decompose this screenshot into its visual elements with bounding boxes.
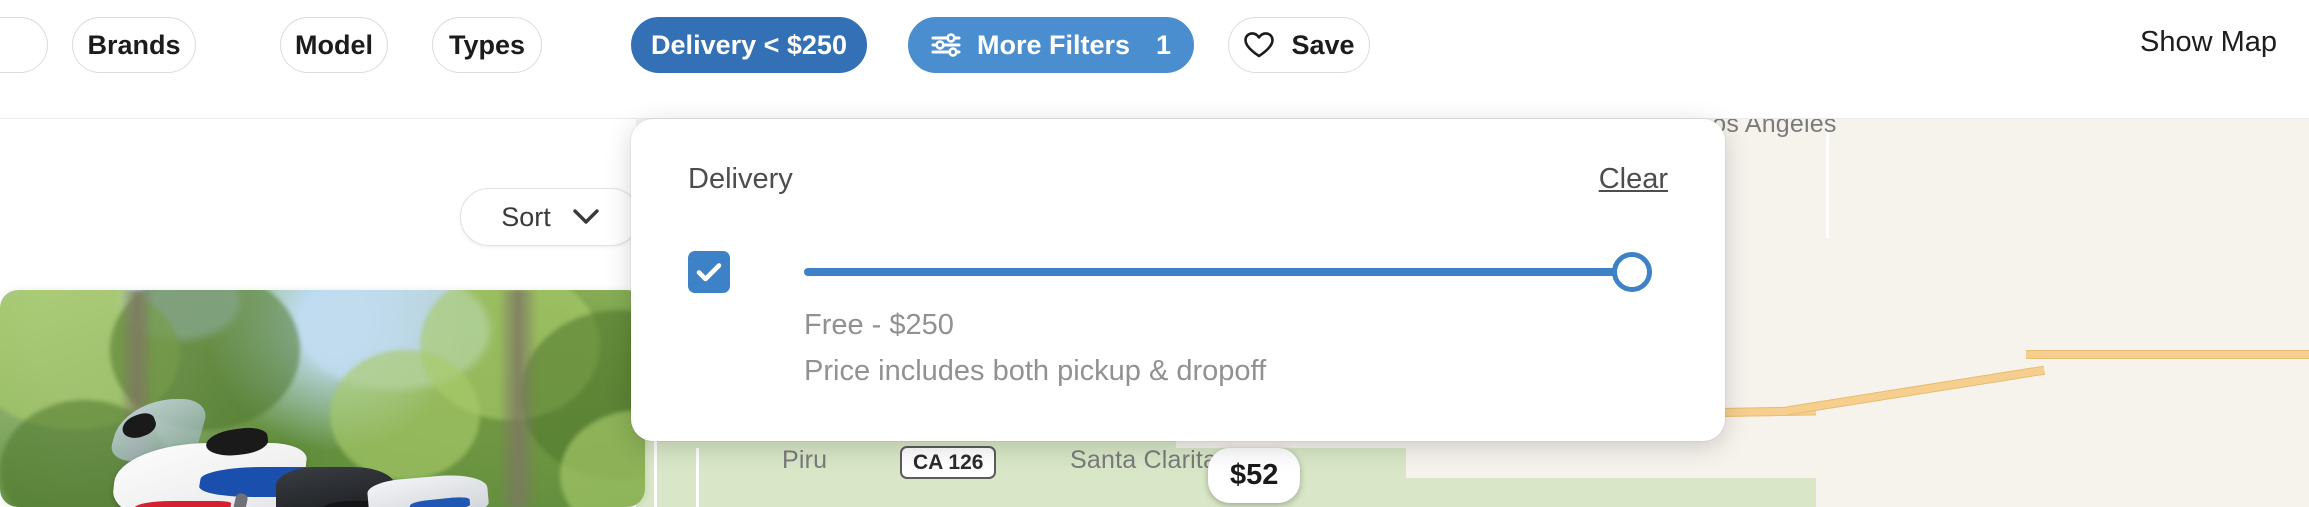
slider-thumb[interactable] <box>1612 252 1652 292</box>
filter-pill-brands-label: Brands <box>87 29 181 60</box>
filter-pill-delivery[interactable]: Delivery < $250 <box>631 17 867 73</box>
filter-bar: Brands Model Types Delivery < $250 More … <box>0 0 2309 119</box>
map-shield-ca-126: CA 126 <box>900 446 997 480</box>
filter-pill-types-label: Types <box>448 29 526 60</box>
delivery-slider-row <box>688 249 1668 295</box>
motorcycle-photo <box>0 290 645 507</box>
show-map-button[interactable]: Show Map <box>2140 26 2277 59</box>
filter-pill-partial[interactable] <box>0 17 48 73</box>
delivery-clear-link[interactable]: Clear <box>1599 163 1668 196</box>
motorcycle-subject <box>80 383 500 507</box>
map-road <box>2026 350 2309 359</box>
filter-pill-more-filters-badge: 1 <box>1156 29 1172 60</box>
map-label-santa-clarita: Santa Clarita <box>1070 446 1218 474</box>
heart-icon <box>1243 31 1275 59</box>
filter-pill-more-filters[interactable]: More Filters 1 <box>908 17 1194 73</box>
delivery-filter-panel: Delivery Clear Free - $250 Price include… <box>631 119 1725 441</box>
filter-pill-save[interactable]: Save <box>1228 17 1370 73</box>
delivery-range-text: Free - $250 <box>804 309 954 341</box>
filter-pill-more-filters-label: More Filters <box>976 29 1131 60</box>
delivery-checkbox[interactable] <box>688 251 730 293</box>
check-icon <box>696 262 722 282</box>
filter-pill-model[interactable]: Model <box>280 17 388 73</box>
map-park-area <box>1396 478 1816 507</box>
sort-dropdown[interactable]: Sort <box>460 188 640 246</box>
filter-pill-brands[interactable]: Brands <box>72 17 196 73</box>
map-price-pin[interactable]: $52 <box>1208 448 1301 503</box>
delivery-note-text: Price includes both pickup & dropoff <box>804 355 1267 387</box>
listing-card[interactable] <box>0 290 645 507</box>
filter-pill-types[interactable]: Types <box>432 17 542 73</box>
app-root: Lake Los Angeles Piru Santa Clarita CA 1… <box>0 0 2309 507</box>
map-road <box>1786 365 2046 416</box>
chevron-down-icon <box>573 209 599 225</box>
sliders-icon <box>931 33 961 57</box>
delivery-price-slider[interactable] <box>804 251 1652 293</box>
sort-label: Sort <box>501 201 551 232</box>
delivery-panel-header: Delivery Clear <box>688 163 1668 196</box>
slider-track <box>804 268 1652 276</box>
map-label-piru: Piru <box>782 446 828 474</box>
map-minor-road <box>696 448 699 507</box>
filter-pill-delivery-label: Delivery < $250 <box>651 29 847 60</box>
filter-pill-save-label: Save <box>1291 29 1355 60</box>
delivery-panel-title: Delivery <box>688 163 793 195</box>
filter-pill-model-label: Model <box>295 29 373 60</box>
